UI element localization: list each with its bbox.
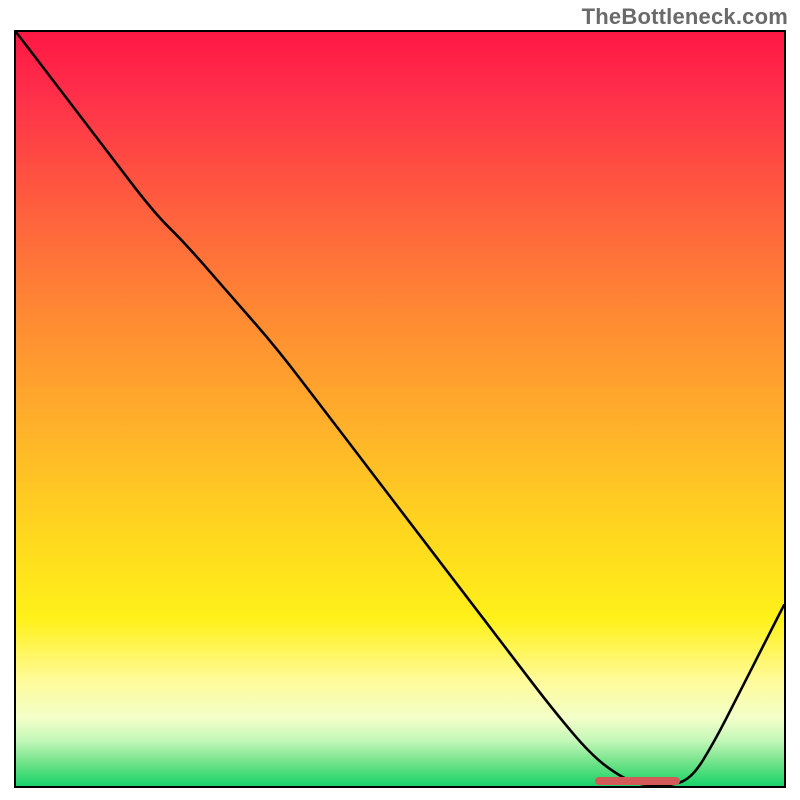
plot-area [14,30,786,788]
bottleneck-curve-path [16,32,784,786]
optimal-range-bar [595,777,680,785]
watermark-text: TheBottleneck.com [582,4,788,30]
chart-stage: TheBottleneck.com [0,0,800,800]
curve-svg [16,32,784,786]
